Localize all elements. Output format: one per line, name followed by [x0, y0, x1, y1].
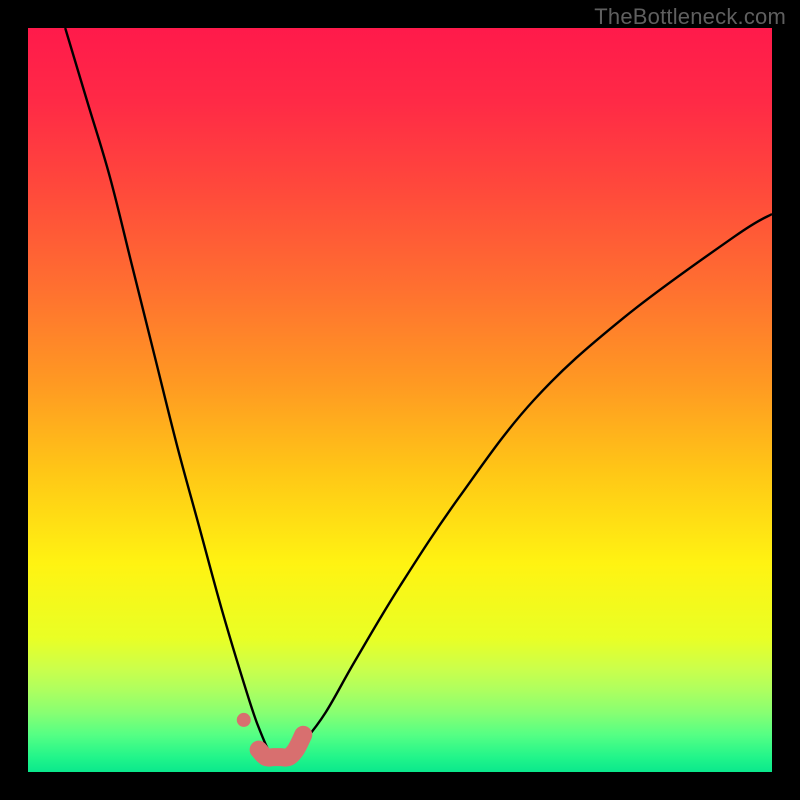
watermark-text: TheBottleneck.com [594, 4, 786, 30]
outer-frame: TheBottleneck.com [0, 0, 800, 800]
marker-dot [237, 713, 251, 727]
chart-svg [28, 28, 772, 772]
plot-area [28, 28, 772, 772]
gradient-background [28, 28, 772, 772]
